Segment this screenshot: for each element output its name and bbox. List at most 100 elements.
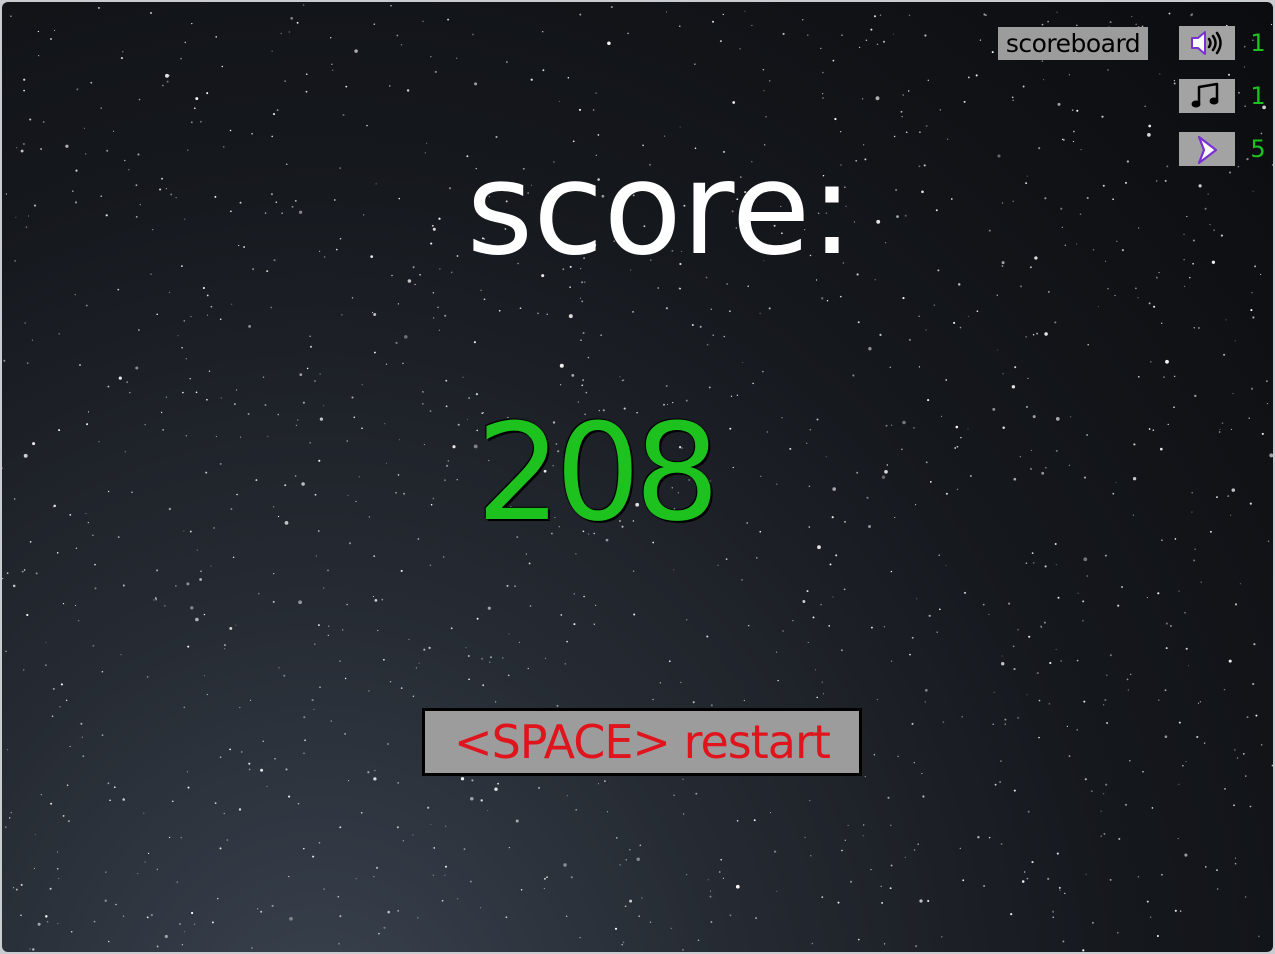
star xyxy=(679,25,681,27)
star xyxy=(695,792,698,795)
star xyxy=(466,418,468,420)
star xyxy=(881,475,886,479)
star xyxy=(776,890,778,892)
star xyxy=(385,462,387,464)
star xyxy=(760,475,762,477)
star xyxy=(1146,900,1149,903)
star xyxy=(941,936,943,938)
star xyxy=(530,78,533,81)
star xyxy=(1255,714,1258,717)
star xyxy=(581,300,584,303)
star xyxy=(768,307,771,310)
music-toggle-button[interactable] xyxy=(1179,79,1235,113)
star xyxy=(347,495,349,497)
star xyxy=(841,34,843,37)
star xyxy=(844,839,846,841)
star xyxy=(782,32,785,35)
star xyxy=(1161,539,1163,541)
star xyxy=(963,591,967,594)
star xyxy=(45,915,48,918)
star xyxy=(381,598,384,601)
star xyxy=(1227,73,1231,76)
star xyxy=(762,370,764,373)
star xyxy=(49,887,52,890)
star xyxy=(408,638,410,641)
star xyxy=(834,117,837,121)
star xyxy=(595,92,597,94)
star xyxy=(460,777,465,781)
star xyxy=(113,786,116,789)
star xyxy=(901,115,903,118)
star xyxy=(889,887,892,890)
star xyxy=(69,745,71,748)
star xyxy=(735,884,740,889)
star xyxy=(1082,949,1085,952)
star xyxy=(939,109,941,111)
star xyxy=(1197,702,1200,704)
star xyxy=(962,879,965,882)
star xyxy=(441,899,444,902)
star xyxy=(332,69,334,71)
restart-button[interactable]: <SPACE> restart xyxy=(422,708,862,776)
star xyxy=(6,572,9,575)
speed-button[interactable] xyxy=(1179,132,1235,166)
sound-toggle-button[interactable] xyxy=(1179,26,1235,60)
star xyxy=(428,646,431,650)
star xyxy=(344,733,346,735)
star xyxy=(375,866,379,869)
star xyxy=(49,37,53,41)
star xyxy=(314,380,316,382)
star xyxy=(582,379,584,381)
star xyxy=(445,825,447,827)
star xyxy=(341,629,344,631)
star xyxy=(57,923,59,925)
star xyxy=(890,824,892,826)
star xyxy=(384,423,386,425)
star xyxy=(1000,842,1003,845)
star xyxy=(543,877,546,880)
star xyxy=(311,699,314,702)
star xyxy=(1086,434,1088,436)
star xyxy=(927,79,930,82)
star xyxy=(559,363,564,368)
star xyxy=(1043,79,1045,81)
star xyxy=(1014,366,1017,369)
star xyxy=(223,644,226,647)
star xyxy=(1085,873,1087,875)
star xyxy=(229,626,233,630)
star xyxy=(1101,115,1104,118)
star xyxy=(789,447,792,450)
star xyxy=(887,796,890,799)
star xyxy=(303,847,305,850)
star xyxy=(383,658,385,661)
star xyxy=(822,71,824,74)
star xyxy=(137,873,139,875)
star xyxy=(1266,403,1269,405)
star xyxy=(809,428,812,431)
star xyxy=(1250,309,1253,312)
star xyxy=(427,806,430,809)
star xyxy=(1239,583,1242,585)
star xyxy=(383,926,386,929)
star xyxy=(120,57,123,60)
star xyxy=(1011,96,1014,99)
star xyxy=(649,921,652,923)
star xyxy=(238,808,242,811)
star xyxy=(143,812,145,814)
star xyxy=(1044,466,1047,469)
star xyxy=(821,896,824,899)
star xyxy=(309,441,312,444)
star xyxy=(319,373,321,375)
star xyxy=(812,616,815,619)
star xyxy=(58,429,61,432)
star xyxy=(1043,621,1046,624)
star xyxy=(868,525,871,528)
star xyxy=(683,813,685,815)
star xyxy=(239,436,241,438)
star xyxy=(568,314,573,319)
star xyxy=(911,636,914,639)
scoreboard-button[interactable]: scoreboard xyxy=(998,27,1148,60)
star xyxy=(444,874,446,877)
star xyxy=(979,39,981,41)
star xyxy=(873,754,876,756)
